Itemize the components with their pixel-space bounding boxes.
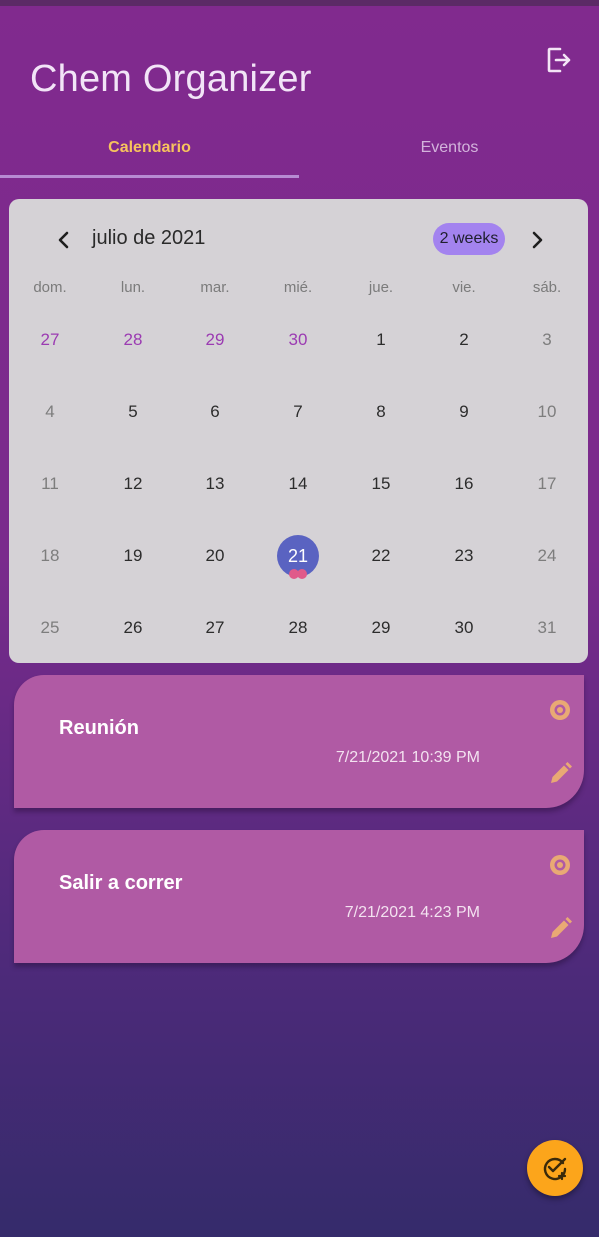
eye-icon (550, 855, 570, 875)
calendar-day[interactable]: 26 (92, 592, 174, 664)
calendar-day[interactable]: 17 (506, 448, 588, 520)
calendar-day[interactable]: 28 (257, 592, 339, 664)
calendar-week: 11 12 13 14 15 16 17 (9, 448, 588, 520)
calendar-day[interactable]: 24 (506, 520, 588, 592)
add-task-icon (543, 1157, 567, 1181)
format-button[interactable]: 2 weeks (433, 223, 505, 255)
eye-icon (550, 700, 570, 720)
calendar-day[interactable]: 15 (340, 448, 422, 520)
add-event-fab[interactable] (527, 1140, 583, 1196)
app-title: Chem Organizer (30, 58, 312, 100)
previous-month-button[interactable] (49, 225, 79, 255)
tab-indicator (0, 175, 299, 178)
calendar-day[interactable]: 25 (9, 592, 91, 664)
calendar-day[interactable]: 6 (174, 376, 256, 448)
event-title: Reunión (59, 717, 139, 739)
chevron-right-icon (532, 231, 543, 249)
event-marker (297, 569, 307, 579)
calendar-week: 25 26 27 28 29 30 31 (9, 592, 588, 664)
weekday-label: jue. (368, 279, 394, 296)
calendar-day[interactable]: 29 (340, 592, 422, 664)
calendar-day[interactable]: 27 (9, 304, 91, 376)
weekday-label: dom. (33, 279, 67, 296)
calendar-day[interactable]: 2 (423, 304, 505, 376)
pencil-icon (551, 917, 572, 938)
calendar-day[interactable]: 7 (257, 376, 339, 448)
calendar-day[interactable]: 14 (257, 448, 339, 520)
weekday-label: mar. (200, 279, 230, 296)
chevron-left-icon (58, 231, 69, 249)
calendar-day[interactable]: 30 (257, 304, 339, 376)
calendar-day[interactable]: 28 (92, 304, 174, 376)
calendar-day[interactable]: 16 (423, 448, 505, 520)
tab-bar: Calendario Eventos (0, 120, 599, 178)
event-card[interactable]: Salir a correr 7/21/2021 4:23 PM (14, 830, 584, 963)
calendar-day[interactable]: 12 (92, 448, 174, 520)
calendar-day-selected[interactable]: 21 (257, 520, 339, 592)
calendar-week: 27 28 29 30 1 2 3 (9, 304, 588, 376)
status-strip (0, 0, 599, 6)
calendar-day[interactable]: 9 (423, 376, 505, 448)
pencil-icon (551, 762, 572, 783)
event-title: Salir a correr (59, 872, 183, 894)
logout-icon (547, 47, 571, 73)
calendar-day[interactable]: 11 (9, 448, 91, 520)
calendar-day[interactable]: 13 (174, 448, 256, 520)
calendar-week: 18 19 20 21 22 23 24 (9, 520, 588, 592)
weekday-label: sáb. (532, 279, 562, 296)
event-markers (289, 569, 309, 579)
view-event-button[interactable] (547, 852, 573, 878)
event-card[interactable]: Reunión 7/21/2021 10:39 PM (14, 675, 584, 808)
tab-eventos[interactable]: Eventos (300, 120, 599, 176)
view-event-button[interactable] (547, 697, 573, 723)
calendar-day[interactable]: 23 (423, 520, 505, 592)
calendar-week: 4 5 6 7 8 9 10 (9, 376, 588, 448)
calendar-day[interactable]: 29 (174, 304, 256, 376)
edit-event-button[interactable] (547, 761, 573, 787)
next-month-button[interactable] (522, 225, 552, 255)
calendar-month-label: julio de 2021 (92, 227, 206, 249)
weekday-header: dom. lun. mar. mié. jue. vie. sáb. (9, 279, 588, 307)
calendar: julio de 2021 2 weeks dom. lun. mar. mié… (9, 199, 588, 663)
calendar-day[interactable]: 30 (423, 592, 505, 664)
calendar-day[interactable]: 19 (92, 520, 174, 592)
calendar-day[interactable]: 1 (340, 304, 422, 376)
calendar-day[interactable]: 22 (340, 520, 422, 592)
calendar-day[interactable]: 31 (506, 592, 588, 664)
event-datetime: 7/21/2021 10:39 PM (335, 749, 480, 766)
calendar-day[interactable]: 20 (174, 520, 256, 592)
calendar-day[interactable]: 4 (9, 376, 91, 448)
calendar-day[interactable]: 8 (340, 376, 422, 448)
weekday-label: mié. (283, 279, 313, 296)
calendar-day[interactable]: 27 (174, 592, 256, 664)
calendar-day[interactable]: 5 (92, 376, 174, 448)
weekday-label: lun. (120, 279, 146, 296)
weekday-label: vie. (452, 279, 476, 296)
logout-button[interactable] (544, 44, 574, 76)
calendar-day[interactable]: 18 (9, 520, 91, 592)
event-datetime: 7/21/2021 4:23 PM (344, 904, 480, 921)
tab-calendario[interactable]: Calendario (0, 120, 299, 176)
calendar-day[interactable]: 3 (506, 304, 588, 376)
edit-event-button[interactable] (547, 916, 573, 942)
calendar-day[interactable]: 10 (506, 376, 588, 448)
